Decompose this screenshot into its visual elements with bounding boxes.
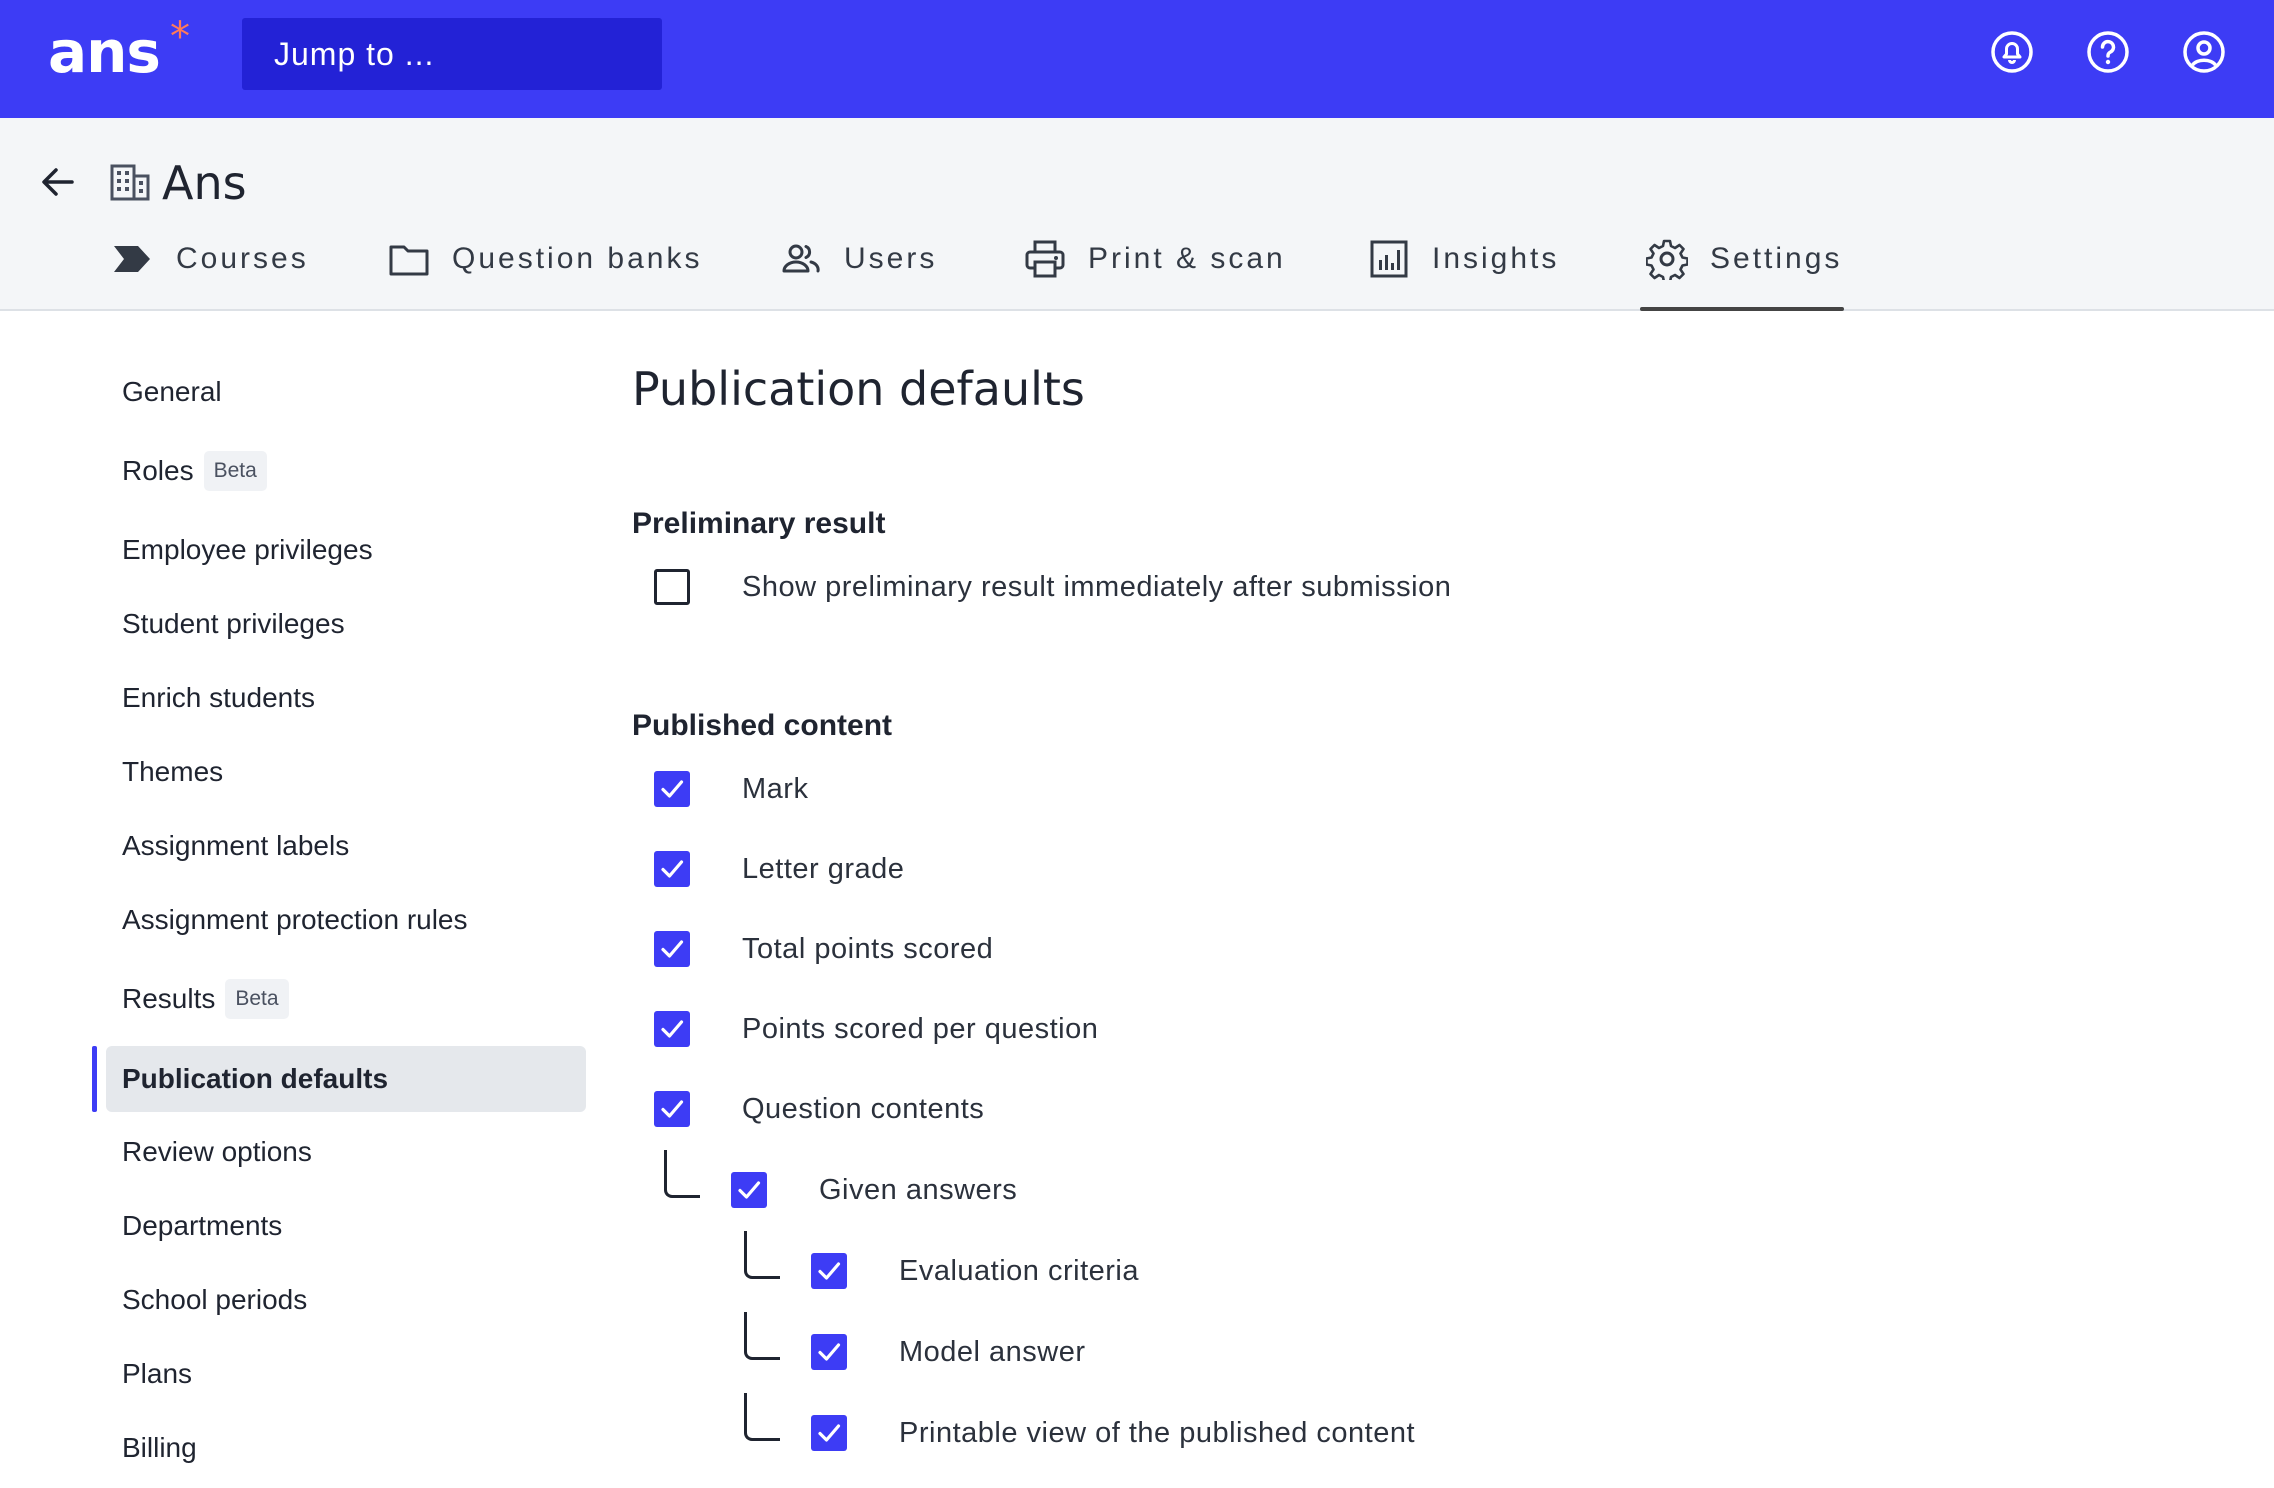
logo-asterisk: * [170, 14, 190, 60]
tab-question-banks[interactable]: Question banks [388, 238, 702, 311]
option-label: Letter grade [742, 852, 905, 885]
option-show-preliminary-result[interactable]: Show preliminary result immediately afte… [654, 567, 1451, 607]
tab-users[interactable]: Users [780, 238, 937, 311]
gear-icon [1646, 238, 1688, 280]
org-header: Ans Courses Question banks Users Print &… [0, 118, 2274, 311]
sidebar-item-label: Review options [122, 1136, 312, 1167]
notifications-icon[interactable] [1988, 28, 2036, 76]
sidebar-item-general[interactable]: General [106, 359, 586, 425]
tab-courses[interactable]: Courses [112, 238, 309, 311]
checkbox-checked-icon[interactable] [811, 1415, 847, 1451]
beta-badge: Beta [203, 451, 267, 491]
checkbox-unchecked[interactable] [654, 569, 690, 605]
option-label: Points scored per question [742, 1012, 1099, 1045]
jump-to-search[interactable]: Jump to ... [242, 18, 662, 90]
option-label: Mark [742, 772, 809, 805]
sidebar-item-school-periods[interactable]: School periods [106, 1267, 586, 1333]
sidebar-item-label: Roles [122, 455, 194, 486]
checkbox-checked-icon[interactable] [811, 1253, 847, 1289]
checkbox-checked-icon[interactable] [731, 1172, 767, 1208]
checkbox-checked-icon[interactable] [811, 1334, 847, 1370]
tree-connector [664, 1150, 700, 1198]
sidebar-item-label: Enrich students [122, 682, 315, 713]
sidebar-item-label: School periods [122, 1284, 308, 1315]
tab-insights[interactable]: Insights [1368, 238, 1559, 311]
option-mark[interactable]: Mark [654, 769, 808, 809]
tree-connector [744, 1231, 780, 1279]
sidebar-item-assignment-protection-rules[interactable]: Assignment protection rules [106, 887, 586, 953]
option-label: Question contents [742, 1092, 985, 1125]
tab-label: Insights [1432, 242, 1560, 275]
sidebar-item-label: General [122, 376, 222, 407]
org-name: Ans [162, 156, 247, 210]
option-label: Model answer [899, 1335, 1086, 1368]
section-heading-published-content: Published content [632, 709, 893, 742]
sidebar-item-roles[interactable]: Roles Beta [106, 438, 586, 504]
sidebar-item-student-privileges[interactable]: Student privileges [106, 591, 586, 657]
sidebar-item-label: Billing [122, 1432, 197, 1463]
option-label: Evaluation criteria [899, 1254, 1139, 1287]
option-total-points-scored[interactable]: Total points scored [654, 929, 993, 969]
option-letter-grade[interactable]: Letter grade [654, 849, 904, 889]
option-points-per-question[interactable]: Points scored per question [654, 1009, 1098, 1049]
sidebar-item-label: Student privileges [122, 608, 345, 639]
sidebar-item-billing[interactable]: Billing [106, 1415, 586, 1481]
sidebar-item-departments[interactable]: Departments [106, 1193, 586, 1259]
users-icon [780, 238, 822, 280]
insights-icon [1368, 238, 1410, 280]
option-label: Show preliminary result immediately afte… [742, 570, 1452, 603]
sidebar-item-label: Themes [122, 756, 224, 787]
tab-label: Question banks [452, 242, 703, 275]
sidebar-item-label: Employee privileges [122, 534, 373, 565]
section-heading-preliminary: Preliminary result [632, 507, 886, 540]
checkbox-checked-icon[interactable] [654, 851, 690, 887]
tab-label: Users [844, 242, 938, 275]
checkbox-checked-icon[interactable] [654, 1011, 690, 1047]
account-icon[interactable] [2180, 28, 2228, 76]
checkbox-checked-icon[interactable] [654, 931, 690, 967]
tab-label: Print & scan [1088, 242, 1286, 275]
option-label: Given answers [819, 1173, 1018, 1206]
help-icon[interactable] [2084, 28, 2132, 76]
building-icon [108, 160, 152, 204]
option-given-answers[interactable]: Given answers [731, 1170, 1017, 1210]
app-logo[interactable]: ans [48, 18, 161, 86]
checkbox-checked-icon[interactable] [654, 771, 690, 807]
folder-icon [388, 238, 430, 280]
tab-print-scan[interactable]: Print & scan [1024, 238, 1286, 311]
tab-settings[interactable]: Settings [1639, 238, 1845, 311]
sidebar-item-label: Assignment protection rules [122, 904, 468, 935]
sidebar-item-label: Assignment labels [122, 830, 350, 861]
active-indicator [92, 1046, 97, 1112]
option-question-contents[interactable]: Question contents [654, 1089, 984, 1129]
option-label: Printable view of the published content [899, 1416, 1416, 1449]
printer-icon [1024, 238, 1066, 280]
sidebar-item-publication-defaults[interactable]: Publication defaults [106, 1046, 586, 1112]
sidebar-item-label: Publication defaults [122, 1063, 389, 1094]
sidebar-item-label: Plans [122, 1358, 193, 1389]
option-label: Total points scored [742, 932, 994, 965]
sidebar-item-results[interactable]: Results Beta [106, 966, 586, 1032]
sidebar-item-assignment-labels[interactable]: Assignment labels [106, 813, 586, 879]
courses-icon [112, 238, 154, 280]
top-bar: ans * Jump to ... [0, 0, 2274, 118]
sidebar-item-enrich-students[interactable]: Enrich students [106, 665, 586, 731]
tree-connector [744, 1312, 780, 1360]
sidebar-item-label: Results [122, 983, 216, 1014]
sidebar-item-review-options[interactable]: Review options [106, 1119, 586, 1185]
back-arrow-icon[interactable] [36, 160, 80, 204]
sidebar-item-employee-privileges[interactable]: Employee privileges [106, 517, 586, 583]
tab-label: Courses [176, 242, 309, 275]
option-model-answer[interactable]: Model answer [811, 1332, 1086, 1372]
checkbox-checked-icon[interactable] [654, 1091, 690, 1127]
sidebar-item-plans[interactable]: Plans [106, 1341, 586, 1407]
beta-badge: Beta [225, 979, 289, 1019]
sidebar-item-themes[interactable]: Themes [106, 739, 586, 805]
option-printable-view[interactable]: Printable view of the published content [811, 1413, 1415, 1453]
page-title: Publication defaults [632, 362, 1085, 416]
sidebar-item-label: Departments [122, 1210, 283, 1241]
option-evaluation-criteria[interactable]: Evaluation criteria [811, 1251, 1139, 1291]
tab-label: Settings [1710, 242, 1843, 275]
tree-connector [744, 1393, 780, 1441]
